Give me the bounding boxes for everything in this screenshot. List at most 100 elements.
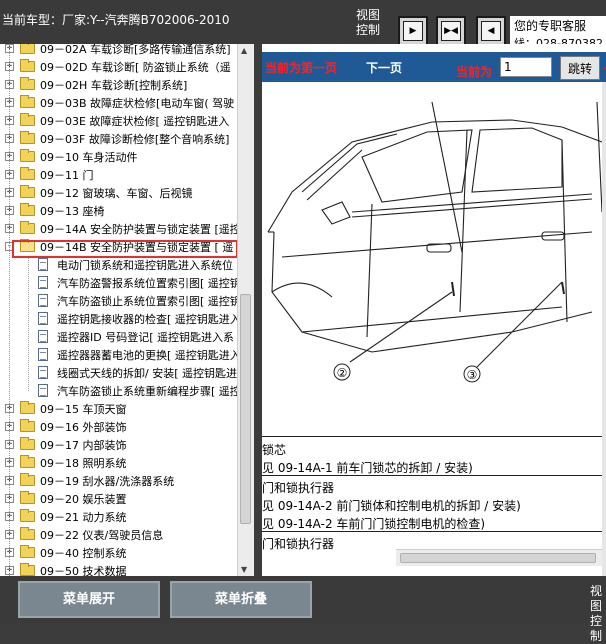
tree-folder-item[interactable]: +09－22 仪表/驾驶员信息	[0, 526, 254, 544]
tree-item-label: 09－02A 车载诊断[多路传输通信系统]	[40, 44, 231, 56]
tree-folder-item[interactable]: +09－40 控制系统	[0, 544, 254, 562]
table-line[interactable]: 见 09-14A-2 前门锁体和控制电机的拆卸 / 安装)	[262, 497, 521, 514]
tree-item-label: 遥控器器蓄电池的更换[ 遥控钥匙进入系	[57, 349, 252, 362]
tree-doc-item[interactable]: 遥控器器蓄电池的更换[ 遥控钥匙进入系	[0, 346, 254, 364]
document-icon	[38, 366, 48, 379]
tree-folder-item[interactable]: +09－18 照明系统	[0, 454, 254, 472]
tree-folder-item[interactable]: +09－17 内部装饰	[0, 436, 254, 454]
tree-doc-item[interactable]: 汽车防盗锁止系统重新编程步骤[ 遥控	[0, 382, 254, 400]
document-icon	[38, 348, 48, 361]
bottom-view-control-label: 视图控制	[590, 584, 603, 643]
tree-item-label: 09－11 门	[40, 169, 94, 182]
view-prev-button[interactable]: ◀	[476, 16, 506, 46]
tree-item-label: 09－17 内部装饰	[40, 439, 127, 452]
tree-scrollbar[interactable]: ▲ ▼	[237, 44, 254, 576]
folder-icon	[20, 95, 35, 108]
tree-scroll-thumb[interactable]	[240, 294, 251, 524]
tree-folder-item[interactable]: +09－12 窗玻璃、车窗、后视镜	[0, 184, 254, 202]
folder-icon	[20, 401, 35, 414]
tree-folder-item[interactable]: +09－21 动力系统	[0, 508, 254, 526]
open-folder-icon	[20, 239, 35, 252]
tree-folder-item[interactable]: +09－10 车身活动件	[0, 148, 254, 166]
document-hscroll-thumb[interactable]	[400, 553, 596, 563]
table-line: 锁芯	[262, 443, 287, 457]
table-line: 门和锁执行器	[262, 537, 335, 551]
folder-icon	[20, 203, 35, 216]
tree-item-label: 09－20 娱乐装置	[40, 493, 127, 506]
folder-icon	[20, 149, 35, 162]
menu-expand-button[interactable]: 菜单展开	[18, 581, 160, 618]
tree-doc-item[interactable]: 汽车防盗锁止系统位置索引图[ 遥控钥	[0, 292, 254, 310]
menu-collapse-button[interactable]: 菜单折叠	[170, 581, 312, 618]
tree-item-label: 汽车防盗锁止系统重新编程步骤[ 遥控	[57, 385, 241, 398]
tree-folder-item[interactable]: +09－20 娱乐装置	[0, 490, 254, 508]
next-page-link[interactable]: 下一页	[366, 59, 402, 76]
document-icon	[38, 384, 48, 397]
tree-item-label: 09－03B 故障症状检修[电动车窗( 驾驶	[40, 97, 235, 110]
tree-item-label: 遥控钥匙接收器的检查[ 遥控钥匙进入	[57, 313, 241, 326]
document-horizontal-scrollbar[interactable]	[396, 549, 602, 566]
current-page-label: 当前为	[456, 65, 493, 79]
callout-2: ②	[337, 366, 348, 380]
tree-item-label: 09－22 仪表/驾驶员信息	[40, 529, 164, 542]
view-fit-button[interactable]: ▶◀	[436, 16, 466, 46]
tree-doc-item[interactable]: 汽车防盗警报系统位置索引图[ 遥控钥	[0, 274, 254, 292]
tree-doc-item[interactable]: 电动门锁系统和遥控钥匙进入系统位	[0, 256, 254, 274]
table-line[interactable]: 见 09-14A-1 前车门锁芯的拆卸 / 安装)	[262, 459, 473, 476]
tree-folder-item[interactable]: +09－13 座椅	[0, 202, 254, 220]
tree-folder-item[interactable]: +09－02A 车载诊断[多路传输通信系统]	[0, 44, 254, 58]
folder-icon	[20, 113, 35, 126]
document-icon	[38, 258, 48, 271]
folder-icon	[20, 527, 35, 540]
folder-icon	[20, 131, 35, 144]
tree-item-label: 09－19 刮水器/洗涤器系统	[40, 475, 175, 488]
tree-item-label: 09－14A 安全防护装置与锁定装置 [遥控	[40, 223, 241, 236]
tree-item-label: 遥控器ID 号码登记[ 遥控钥匙进入系	[57, 331, 234, 344]
tree-doc-item[interactable]: 遥控钥匙接收器的检查[ 遥控钥匙进入	[0, 310, 254, 328]
scroll-down-icon[interactable]: ▼	[241, 565, 247, 574]
tree-folder-item[interactable]: +09－16 外部装饰	[0, 418, 254, 436]
folder-icon	[20, 509, 35, 522]
tree-item-label: 09－16 外部装饰	[40, 421, 127, 434]
tree-folder-item[interactable]: +09－03E 故障症状检修[ 遥控钥匙进入	[0, 112, 254, 130]
tree-folder-item[interactable]: +09－03F 故障诊断检修[整个音响系统]	[0, 130, 254, 148]
tree-doc-item[interactable]: 遥控器ID 号码登记[ 遥控钥匙进入系	[0, 328, 254, 346]
tree-doc-item[interactable]: 线圈式天线的拆卸/ 安装[ 遥控钥匙进	[0, 364, 254, 382]
document-vertical-scrollbar[interactable]	[602, 82, 606, 576]
document-viewer: 当前为第一页 下一页 当前为 跳转 个	[262, 44, 606, 576]
tree-folder-item[interactable]: +09－15 车顶天窗	[0, 400, 254, 418]
tree-folder-item[interactable]: +09－02D 车载诊断[ 防盗锁止系统（遥	[0, 58, 254, 76]
table-line[interactable]: 见 09-14A-2 车前门门锁控制电机的检查)	[262, 515, 485, 532]
view-next-button[interactable]: ▶	[398, 16, 428, 46]
chapter-tree: +09－02A 车载诊断[多路传输通信系统] +09－02D 车载诊断[ 防盗锁止…	[0, 44, 254, 576]
document-icon	[38, 330, 48, 343]
folder-icon	[20, 185, 35, 198]
tree-item-label: 09－03F 故障诊断检修[整个音响系统]	[40, 133, 230, 146]
tree-child-guide-line	[28, 256, 29, 391]
tree-item-label: 09－18 照明系统	[40, 457, 127, 470]
tree-folder-item[interactable]: +09－50 技术数据	[0, 562, 254, 576]
page-number-input[interactable]	[500, 57, 552, 77]
scroll-up-icon[interactable]: ▲	[241, 46, 247, 55]
folder-icon	[20, 419, 35, 432]
tree-folder-item[interactable]: +09－02H 车载诊断[控制系统]	[0, 76, 254, 94]
customer-service-phone: 线：028-870382	[514, 37, 603, 44]
tree-item-label: 09－10 车身活动件	[40, 151, 138, 164]
folder-icon	[20, 491, 35, 504]
tree-folder-item[interactable]: +09－11 门	[0, 166, 254, 184]
tree-folder-item[interactable]: -09－14B 安全防护装置与锁定装置 [ 遥	[0, 238, 254, 256]
tree-folder-item[interactable]: +09－03B 故障症状检修[电动车窗( 驾驶	[0, 94, 254, 112]
folder-icon	[20, 563, 35, 576]
tree-item-label: 09－03E 故障症状检修[ 遥控钥匙进入	[40, 115, 230, 128]
play-right-icon: ▶	[403, 21, 423, 41]
folder-icon	[20, 437, 35, 450]
tree-item-label: 09－13 座椅	[40, 205, 105, 218]
tree-folder-item[interactable]: +09－19 刮水器/洗涤器系统	[0, 472, 254, 490]
tree-folder-item[interactable]: +09－14A 安全防护装置与锁定装置 [遥控	[0, 220, 254, 238]
procedure-table: 锁芯 见 09-14A-1 前车门锁芯的拆卸 / 安装) 门和锁执行器 见 09…	[262, 436, 602, 552]
folder-icon	[20, 44, 35, 54]
folder-icon	[20, 545, 35, 558]
view-control-label: 视图控制	[356, 8, 381, 37]
first-page-indicator: 当前为第一页	[265, 61, 338, 75]
jump-button[interactable]: 跳转	[560, 56, 600, 80]
